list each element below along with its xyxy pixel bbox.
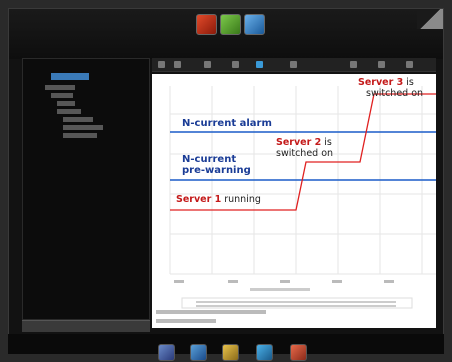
server2-annotation: Server 2 is switched on (276, 137, 334, 159)
x-axis-title (250, 288, 310, 291)
device-tree-panel[interactable] (22, 58, 150, 320)
chart-panel[interactable]: Server 3 is switched on N-current alarm … (152, 74, 436, 328)
sidebar-status-bar (22, 320, 150, 332)
measure-app-icon[interactable] (196, 14, 217, 35)
chart-legend-row (196, 305, 396, 307)
server3-annotation: Server 3 is switched on (358, 77, 424, 99)
tree-item[interactable] (45, 85, 75, 90)
tree-item[interactable] (63, 133, 97, 138)
x-tick-label (174, 280, 184, 283)
dock-app-5-icon[interactable] (290, 344, 307, 361)
tool-icon[interactable] (378, 61, 385, 68)
server1-state: running (221, 194, 261, 205)
server3-state: switched on (366, 87, 424, 99)
dock-app-1-icon[interactable] (158, 344, 175, 361)
tool-icon[interactable] (174, 61, 181, 68)
dock-app-3-icon[interactable] (222, 344, 239, 361)
x-tick-label (228, 280, 238, 283)
alarm-label: N-current alarm (182, 118, 272, 129)
server2-name: Server 2 (276, 137, 322, 148)
tool-icon[interactable] (350, 61, 357, 68)
server2-suffix: is (321, 137, 332, 148)
chart-legend-row (196, 301, 396, 303)
dock-app-4-icon[interactable] (256, 344, 273, 361)
config-app-icon[interactable] (244, 14, 265, 35)
server2-state: switched on (276, 147, 334, 159)
app-launcher-bar (196, 14, 265, 35)
tree-item[interactable] (63, 117, 93, 122)
prewarning-label-line2: pre-warning (182, 165, 251, 176)
status-text-line (156, 310, 266, 314)
tree-item[interactable] (57, 109, 81, 114)
server3-suffix: is (403, 77, 414, 88)
status-text-line (156, 319, 216, 323)
tool-icon[interactable] (204, 61, 211, 68)
dock-app-2-icon[interactable] (190, 344, 207, 361)
x-axis-ticks (174, 280, 394, 283)
server1-name: Server 1 (176, 194, 222, 205)
tool-icon[interactable] (232, 61, 239, 68)
tool-icon[interactable] (406, 61, 413, 68)
tool-icon[interactable] (290, 61, 297, 68)
tree-root-selected[interactable] (51, 73, 89, 80)
app-window-frame: Server 3 is switched on N-current alarm … (0, 0, 452, 362)
tool-icon-active[interactable] (256, 61, 263, 68)
prewarning-label-line1: N-current (182, 154, 237, 165)
x-tick-label (384, 280, 394, 283)
x-tick-label (332, 280, 342, 283)
chart-toolbar (152, 58, 436, 72)
page-curl (417, 9, 443, 29)
server3-name: Server 3 (358, 77, 404, 88)
tree-item[interactable] (57, 101, 75, 106)
tool-icon[interactable] (158, 61, 165, 68)
tree-item[interactable] (51, 93, 73, 98)
tree-item[interactable] (63, 125, 103, 130)
prewarning-label: N-current pre-warning (182, 154, 251, 176)
x-tick-label (280, 280, 290, 283)
power-app-icon[interactable] (220, 14, 241, 35)
server1-annotation: Server 1 running (176, 194, 261, 206)
